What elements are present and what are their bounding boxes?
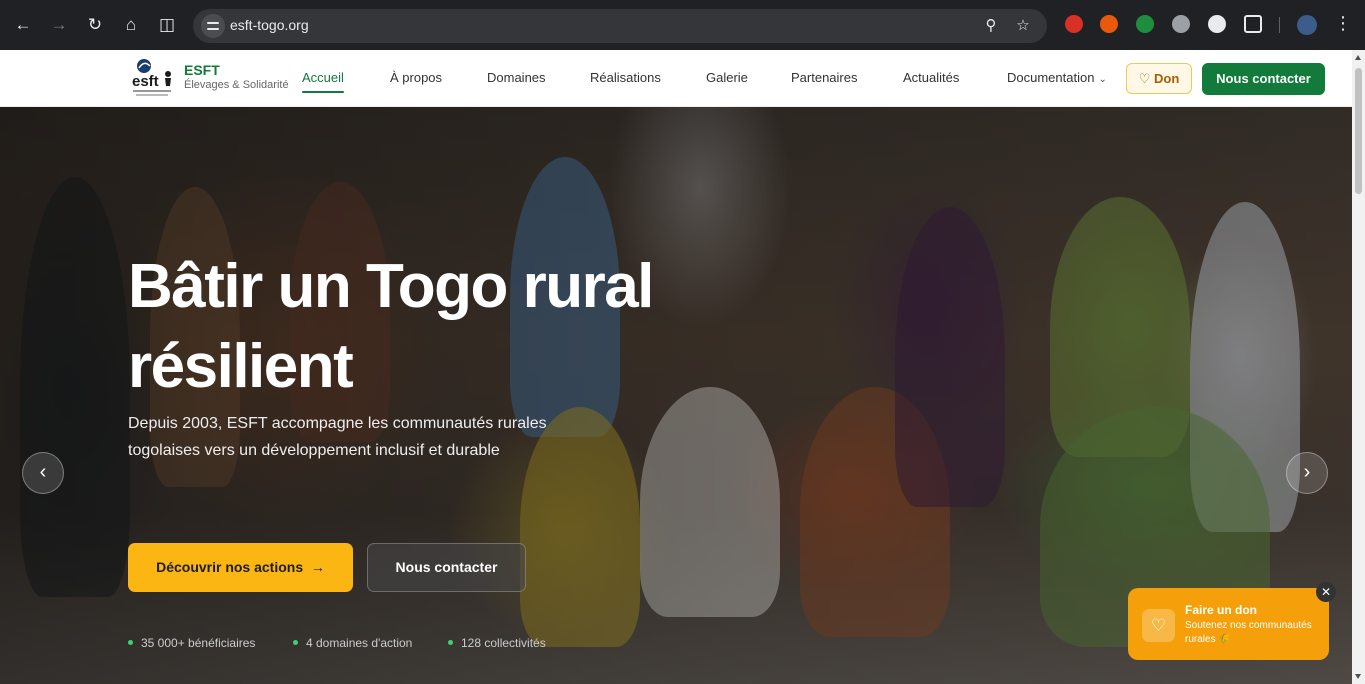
nav-item-actualites[interactable]: Actualités	[903, 70, 959, 85]
donate-button-label: Don	[1154, 71, 1180, 86]
donate-popup-title: Faire un don	[1185, 603, 1257, 617]
chevron-left-icon: ‹	[39, 461, 47, 483]
carousel-prev-button[interactable]: ‹	[22, 452, 64, 494]
discover-actions-button[interactable]: Découvrir nos actions →	[128, 543, 353, 592]
esft-logo[interactable]: esft	[130, 56, 176, 100]
scroll-down-icon[interactable]	[1355, 674, 1361, 679]
hero-title-line-2: résilient	[128, 332, 354, 401]
home-button[interactable]: ⌂	[119, 13, 143, 37]
scrollbar-thumb[interactable]	[1355, 68, 1362, 194]
split-view-button[interactable]: ◫	[155, 13, 179, 37]
extension-download-icon[interactable]	[1172, 15, 1190, 33]
toolbar-divider	[1279, 17, 1280, 33]
scroll-up-icon[interactable]	[1355, 55, 1361, 60]
donate-button[interactable]: ♡ Don	[1126, 63, 1192, 94]
nav-item-accueil[interactable]: Accueil	[302, 70, 344, 93]
brand-name: ESFT	[184, 62, 220, 78]
brand-tagline: Élevages & Solidarité	[184, 79, 289, 91]
donate-popup-subtitle: Soutenez nos communautés rurales 🌾	[1185, 620, 1312, 645]
nav-item-domaines[interactable]: Domaines	[487, 70, 546, 85]
arrow-right-icon: →	[307, 559, 325, 575]
nav-item-a-propos[interactable]: À propos	[390, 70, 442, 85]
donate-popup[interactable]: ♡ Faire un don Soutenez nos communautés …	[1128, 588, 1329, 660]
nav-item-documentation[interactable]: Documentation ⌄	[1007, 70, 1107, 85]
nav-item-realisations[interactable]: Réalisations	[590, 70, 661, 85]
extensions-puzzle-icon[interactable]	[1244, 15, 1262, 33]
browser-chrome: ← → ↻ ⌂ ◫ esft-togo.org ⚲ ☆ ⋮	[0, 0, 1365, 50]
carousel-next-button[interactable]: ›	[1286, 452, 1328, 494]
chevron-down-icon: ⌄	[1098, 74, 1107, 85]
close-icon[interactable]: ✕	[1316, 582, 1336, 602]
nav-item-partenaires[interactable]: Partenaires	[791, 70, 857, 85]
stat-collectivites: 128 collectivités	[461, 636, 546, 650]
url-text: esft-togo.org	[230, 17, 309, 33]
green-dot-icon	[448, 640, 453, 645]
back-button[interactable]: ←	[11, 13, 35, 37]
forward-button[interactable]: →	[47, 13, 71, 37]
contact-button[interactable]: Nous contacter	[1202, 63, 1325, 95]
brand-block[interactable]: ESFT Élevages & Solidarité	[184, 62, 289, 91]
web-page: esft ESFT Élevages & Solidarité Accueil …	[0, 50, 1352, 684]
hero-subtitle: Depuis 2003, ESFT accompagne les communa…	[128, 415, 547, 459]
heart-icon: ♡	[1138, 71, 1151, 86]
profile-avatar[interactable]	[1297, 15, 1317, 35]
extension-adblock-icon[interactable]	[1065, 15, 1083, 33]
more-vertical-icon[interactable]: ⋮	[1333, 13, 1353, 34]
chevron-right-icon: ›	[1303, 461, 1311, 483]
nav-item-documentation-label: Documentation	[1007, 70, 1095, 85]
discover-actions-label: Découvrir nos actions	[156, 559, 304, 575]
heart-icon: ♡	[1142, 609, 1175, 642]
address-bar[interactable]: esft-togo.org ⚲ ☆	[193, 9, 1047, 43]
stat-domaines: 4 domaines d'action	[306, 636, 413, 650]
site-info-icon[interactable]	[201, 14, 225, 38]
hero-title-line-1: Bâtir un Togo rural	[128, 252, 654, 321]
stat-item: 128 collectivités	[448, 636, 546, 650]
hero-contact-button[interactable]: Nous contacter	[367, 543, 526, 592]
extension-shield-icon[interactable]	[1100, 15, 1118, 33]
page-scrollbar[interactable]	[1352, 50, 1365, 684]
stat-item: 4 domaines d'action	[293, 636, 412, 650]
zoom-icon[interactable]: ⚲	[981, 16, 1001, 36]
green-dot-icon	[128, 640, 133, 645]
stat-beneficiaires: 35 000+ bénéficiaires	[141, 636, 256, 650]
star-icon[interactable]: ☆	[1013, 16, 1033, 36]
extension-vpn-icon[interactable]	[1136, 15, 1154, 33]
stat-item: 35 000+ bénéficiaires	[128, 636, 255, 650]
site-header: esft ESFT Élevages & Solidarité Accueil …	[0, 50, 1352, 107]
green-dot-icon	[293, 640, 298, 645]
hero-title: Bâtir un Togo rural résilient	[128, 247, 768, 407]
logo-wordmark: esft	[132, 73, 159, 90]
nav-item-galerie[interactable]: Galerie	[706, 70, 748, 85]
reload-button[interactable]: ↻	[83, 13, 107, 37]
extension-sync-icon[interactable]	[1208, 15, 1226, 33]
